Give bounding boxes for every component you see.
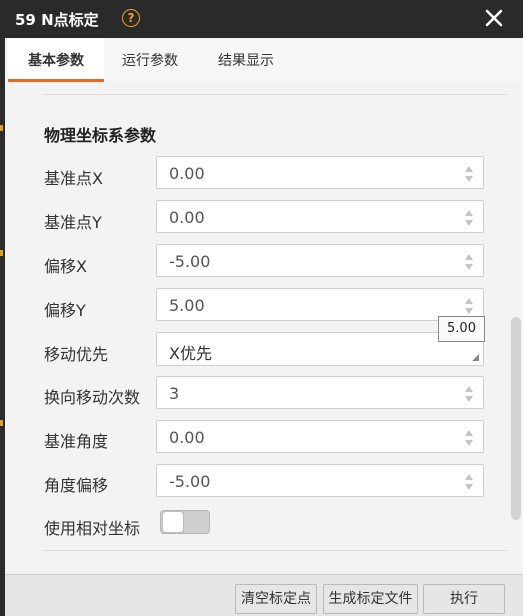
edge-marker <box>0 420 3 426</box>
toggle-knob <box>162 511 184 533</box>
base-angle-input[interactable]: 0.00 <box>156 420 484 453</box>
offset-x-input[interactable]: -5.00 <box>156 244 484 277</box>
dialog-body: 基本参数 运行参数 结果显示 物理坐标系参数 基准点X 0.00 基准点Y 0.… <box>5 38 523 616</box>
base-x-input[interactable]: 0.00 <box>156 156 484 189</box>
window-title: 59 N点标定 <box>15 11 99 29</box>
spin-arrows-icon[interactable] <box>464 385 474 403</box>
base-x-label: 基准点X <box>44 169 103 188</box>
clear-points-button[interactable]: 清空标定点 <box>235 584 317 614</box>
spin-arrows-icon[interactable] <box>464 253 474 271</box>
tab-run-params[interactable]: 运行参数 <box>110 38 190 82</box>
spin-arrows-icon[interactable] <box>464 473 474 491</box>
edge-marker <box>0 125 3 131</box>
footer-bar: 清空标定点 生成标定文件 执行 <box>5 574 523 616</box>
offset-y-value: 5.00 <box>169 296 205 315</box>
value-tooltip: 5.00 <box>438 316 485 342</box>
move-priority-select[interactable]: X优先 <box>156 332 484 366</box>
offset-y-label: 偏移Y <box>44 301 86 320</box>
execute-button[interactable]: 执行 <box>423 584 505 614</box>
base-angle-label: 基准角度 <box>44 432 109 451</box>
move-priority-label: 移动优先 <box>44 345 109 364</box>
reverse-move-count-input[interactable]: 3 <box>156 376 484 409</box>
use-relative-coords-label: 使用相对坐标 <box>44 519 141 538</box>
generate-file-button[interactable]: 生成标定文件 <box>323 584 418 614</box>
angle-offset-input[interactable]: -5.00 <box>156 464 484 497</box>
scrollbar[interactable] <box>511 317 521 520</box>
dropdown-corner-icon <box>472 354 479 361</box>
base-angle-value: 0.00 <box>169 428 205 447</box>
divider <box>43 550 507 551</box>
angle-offset-value: -5.00 <box>169 472 211 491</box>
use-relative-coords-toggle[interactable] <box>160 510 210 534</box>
base-y-input[interactable]: 0.00 <box>156 200 484 233</box>
move-priority-value: X优先 <box>169 344 212 363</box>
base-y-value: 0.00 <box>169 208 205 227</box>
base-y-label: 基准点Y <box>44 213 102 232</box>
tab-result-display[interactable]: 结果显示 <box>205 38 287 82</box>
offset-x-label: 偏移X <box>44 257 87 276</box>
offset-x-value: -5.00 <box>169 252 211 271</box>
spin-arrows-icon[interactable] <box>464 165 474 183</box>
section-title: 物理坐标系参数 <box>44 126 157 145</box>
spin-arrows-icon[interactable] <box>464 209 474 227</box>
spin-arrows-icon[interactable] <box>464 297 474 315</box>
edge-marker <box>0 250 3 256</box>
spin-arrows-icon[interactable] <box>464 429 474 447</box>
tab-basic-params[interactable]: 基本参数 <box>8 38 104 82</box>
angle-offset-label: 角度偏移 <box>44 476 109 495</box>
reverse-move-count-label: 换向移动次数 <box>44 388 141 407</box>
reverse-move-count-value: 3 <box>169 384 180 403</box>
close-icon[interactable] <box>482 6 506 30</box>
tab-bar: 基本参数 运行参数 结果显示 <box>5 38 523 82</box>
base-x-value: 0.00 <box>169 164 205 183</box>
offset-y-input[interactable]: 5.00 <box>156 288 484 321</box>
divider <box>43 94 507 95</box>
title-bar: 59 N点标定 ? <box>0 0 523 38</box>
help-icon[interactable]: ? <box>122 9 140 27</box>
